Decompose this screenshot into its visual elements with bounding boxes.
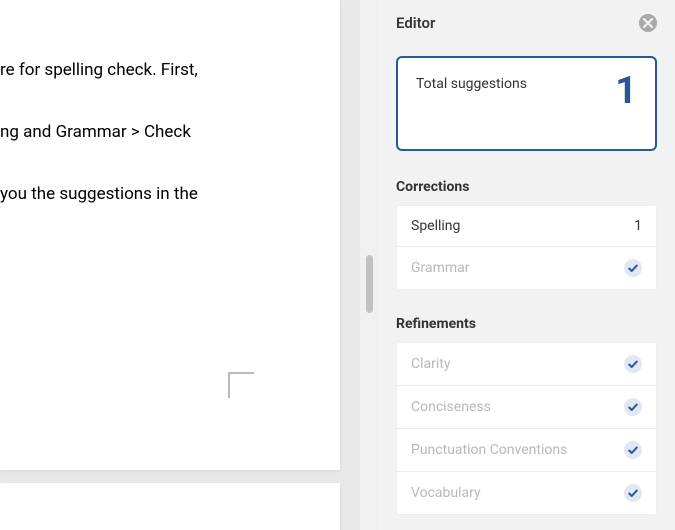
corrections-row-grammar[interactable]: Grammar [397,247,656,289]
document-page-next [0,483,340,530]
row-label: Spelling [411,218,460,234]
refinements-row-clarity[interactable]: Clarity [397,343,656,386]
row-label: Conciseness [411,399,491,415]
refinements-list: Clarity Conciseness Punctuation Conventi… [396,342,657,515]
check-icon [624,484,642,502]
refinements-heading: Refinements [396,316,657,332]
refinements-row-conciseness[interactable]: Conciseness [397,386,656,429]
document-text: re for spelling check. First, ng and Gra… [0,24,322,241]
row-label: Punctuation Conventions [411,442,567,458]
corrections-list: Spelling 1 Grammar [396,205,657,290]
total-suggestions-label: Total suggestions [416,72,527,131]
corrections-heading: Corrections [396,179,657,195]
refinements-row-vocabulary[interactable]: Vocabulary [397,472,656,514]
close-icon[interactable] [639,14,657,32]
row-count: 1 [634,218,642,234]
check-icon [624,398,642,416]
doc-line: re for spelling check. First, [0,55,322,86]
row-label: Grammar [411,260,470,276]
corrections-row-spelling[interactable]: Spelling 1 [397,206,656,247]
page-corner-mark [228,372,254,398]
row-label: Clarity [411,356,450,372]
refinements-row-punctuation[interactable]: Punctuation Conventions [397,429,656,472]
document-page: re for spelling check. First, ng and Gra… [0,0,340,470]
check-icon [624,355,642,373]
check-icon [624,441,642,459]
doc-line: you the suggestions in the [0,179,322,210]
scrollbar-thumb[interactable] [366,255,373,313]
doc-line: ng and Grammar > Check [0,117,322,148]
editor-title: Editor [396,14,435,32]
total-suggestions-count: 1 [615,72,637,131]
row-label: Vocabulary [411,485,481,501]
editor-header: Editor [396,14,657,32]
scrollbar-track[interactable] [360,0,378,530]
total-suggestions-card[interactable]: Total suggestions 1 [396,56,657,151]
check-icon [624,259,642,277]
editor-panel: Editor Total suggestions 1 Corrections S… [378,0,675,530]
